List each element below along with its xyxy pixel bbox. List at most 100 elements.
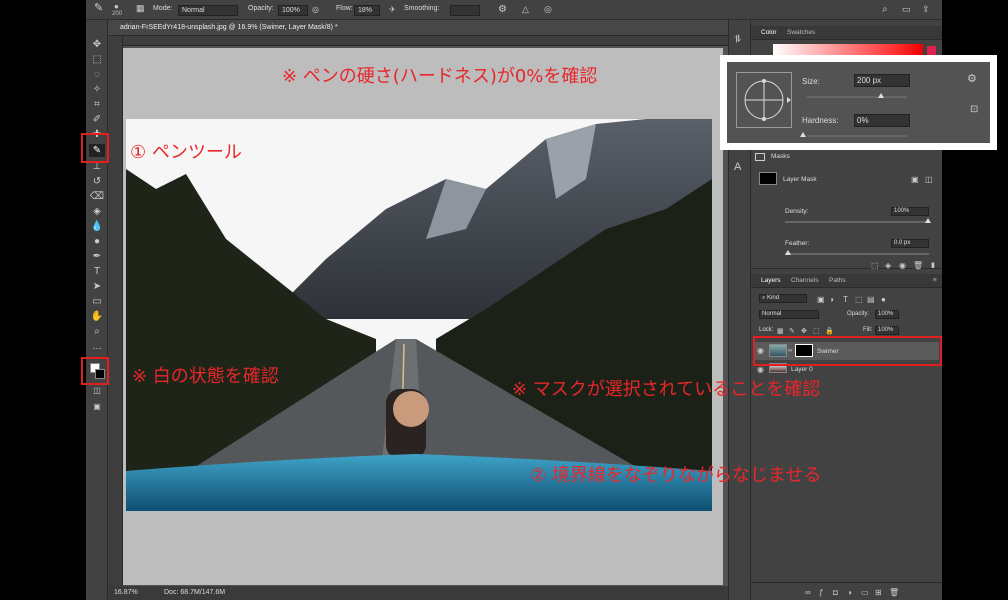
hand-tool-icon[interactable]: ✋	[89, 310, 105, 323]
screen-mode-icon[interactable]: ▣	[89, 400, 105, 413]
airbrush-icon[interactable]: ✈	[389, 4, 396, 15]
smoothing-label: Smoothing:	[404, 5, 440, 12]
blur-tool-icon[interactable]: 💧	[89, 220, 105, 233]
gear-icon[interactable]: ⚙	[498, 4, 507, 15]
vector-mask-icon[interactable]: ◫	[925, 174, 933, 185]
annotation-hardness: ※ ペンの硬さ(ハードネス)が0%を確認	[282, 66, 598, 87]
tab-channels[interactable]: Channels	[791, 277, 818, 284]
feather-field[interactable]: 0.0 px	[891, 239, 929, 248]
tab-color[interactable]: Color	[761, 29, 777, 36]
filter-pixel-icon[interactable]: ▣	[817, 294, 825, 305]
tab-swatches[interactable]: Swatches	[787, 29, 815, 36]
add-mask-icon[interactable]: ◘	[833, 587, 838, 598]
path-select-tool-icon[interactable]: ➤	[89, 280, 105, 293]
layer-name: Layer 0	[791, 366, 813, 373]
brush-tip-icon	[744, 79, 791, 121]
feather-slider[interactable]	[785, 253, 929, 255]
density-slider[interactable]	[785, 221, 929, 223]
mode-select[interactable]: Normal	[178, 5, 238, 16]
delete-mask-icon[interactable]: 🗑	[913, 260, 923, 271]
size-slider[interactable]	[807, 96, 907, 98]
zoom-tool-icon[interactable]: ⌕	[89, 325, 105, 338]
filter-type-icon[interactable]: T	[843, 294, 848, 305]
marquee-tool-icon[interactable]: ⬚	[89, 53, 105, 66]
quick-select-tool-icon[interactable]: ✧	[89, 83, 105, 96]
density-field[interactable]: 100%	[891, 207, 929, 216]
kind-filter-select[interactable]: ⌕ Kind	[759, 294, 807, 303]
highlight-layer-mask	[753, 336, 942, 366]
eyedropper-tool-icon[interactable]: ✐	[89, 113, 105, 126]
fill-field[interactable]: 100%	[875, 326, 899, 335]
tab-layers[interactable]: Layers	[761, 277, 781, 284]
brush-tool-icon[interactable]: ✎	[94, 3, 103, 14]
filter-smart-icon[interactable]: ▤	[867, 294, 875, 305]
fill-label: Fill:	[863, 327, 873, 333]
brush-angle-preview[interactable]	[736, 72, 792, 128]
search-icon[interactable]: ⌕	[882, 4, 888, 15]
brush-settings-icon[interactable]: ▦	[136, 3, 145, 14]
dodge-tool-icon[interactable]: ●	[89, 235, 105, 248]
document-image[interactable]	[126, 119, 712, 511]
tab-paths[interactable]: Paths	[829, 277, 846, 284]
annotation-mask-selected: ※ マスクが選択されていることを確認	[512, 379, 821, 400]
select-mask-icon[interactable]: ▣	[911, 174, 919, 185]
current-color-swatch[interactable]	[927, 46, 936, 55]
new-preset-icon[interactable]: ⊡	[970, 104, 978, 115]
filter-shape-icon[interactable]: ⬚	[855, 294, 863, 305]
link-layers-icon[interactable]: ∞	[805, 587, 811, 598]
opacity-field[interactable]: 100%	[278, 5, 308, 16]
new-group-icon[interactable]: ▭	[861, 587, 869, 598]
opacity-label: Opacity:	[248, 5, 274, 12]
gear-icon[interactable]: ⚙	[967, 74, 977, 85]
layer-opacity-label: Opacity:	[847, 311, 870, 317]
feather-knob[interactable]	[785, 250, 791, 255]
hardness-field[interactable]: 0%	[854, 114, 910, 127]
hardness-slider[interactable]	[807, 135, 907, 137]
load-selection-icon[interactable]: ⬚	[871, 260, 879, 271]
rectangle-tool-icon[interactable]: ▭	[89, 295, 105, 308]
move-tool-icon[interactable]: ✥	[89, 38, 105, 51]
new-layer-icon[interactable]: ⊞	[875, 587, 882, 598]
history-brush-tool-icon[interactable]: ↺	[89, 175, 105, 188]
doc-size: Doc: 68.7M/147.6M	[164, 589, 226, 596]
blend-mode-select[interactable]: Normal	[759, 310, 819, 319]
density-knob[interactable]	[925, 218, 931, 223]
zoom-level[interactable]: 16.87%	[114, 589, 138, 596]
document-tab[interactable]: adrian-FrSEEdYr418-unsplash.jpg @ 16.9% …	[108, 20, 728, 36]
fx-icon[interactable]: ƒ	[819, 587, 823, 598]
pressure-opacity-icon[interactable]: ◎	[312, 4, 319, 15]
quick-mask-icon[interactable]: ◫	[89, 384, 105, 397]
layers-panel-tabs: Layers Channels Paths ≡	[751, 274, 942, 288]
filter-adjustment-icon[interactable]: ◑	[829, 294, 834, 305]
lasso-tool-icon[interactable]: ◌	[89, 68, 105, 81]
visibility-eye-icon[interactable]: ◉	[757, 365, 764, 374]
filter-toggle-icon[interactable]: ●	[881, 294, 886, 305]
layer-opacity-field[interactable]: 100%	[875, 310, 899, 319]
scroll-thumb-icon[interactable]: ▮	[931, 260, 935, 271]
panel-menu-icon[interactable]: ≡	[933, 277, 937, 284]
hardness-knob[interactable]	[800, 132, 806, 137]
brush-size-readout: 200	[112, 11, 123, 17]
character-icon[interactable]: A	[734, 162, 741, 173]
smoothing-field[interactable]	[450, 5, 480, 16]
more-tools-icon[interactable]: …	[89, 340, 105, 353]
history-icon[interactable]: ⥮	[734, 34, 741, 45]
mask-thumbnail[interactable]	[759, 172, 777, 185]
size-field[interactable]: 200 px	[854, 74, 910, 87]
paint-bucket-tool-icon[interactable]: ◈	[89, 205, 105, 218]
apply-mask-icon[interactable]: ◈	[885, 260, 891, 271]
workspace-icon[interactable]: ▭	[902, 4, 911, 15]
angle-icon[interactable]: △	[522, 4, 529, 15]
eraser-tool-icon[interactable]: ⌫	[89, 190, 105, 203]
flow-field[interactable]: 18%	[354, 5, 380, 16]
size-knob[interactable]	[878, 93, 884, 98]
crop-tool-icon[interactable]: ⌗	[89, 98, 105, 111]
disable-mask-icon[interactable]: ◉	[899, 260, 906, 271]
pressure-size-icon[interactable]: ◎	[544, 4, 552, 15]
pen-tool-icon[interactable]: ✒	[89, 250, 105, 263]
trash-icon[interactable]: 🗑	[889, 587, 899, 598]
adjustment-layer-icon[interactable]: ◑	[847, 587, 852, 598]
size-label: Size:	[802, 77, 820, 86]
share-icon[interactable]: ⇪	[922, 4, 930, 15]
type-tool-icon[interactable]: T	[89, 265, 105, 278]
